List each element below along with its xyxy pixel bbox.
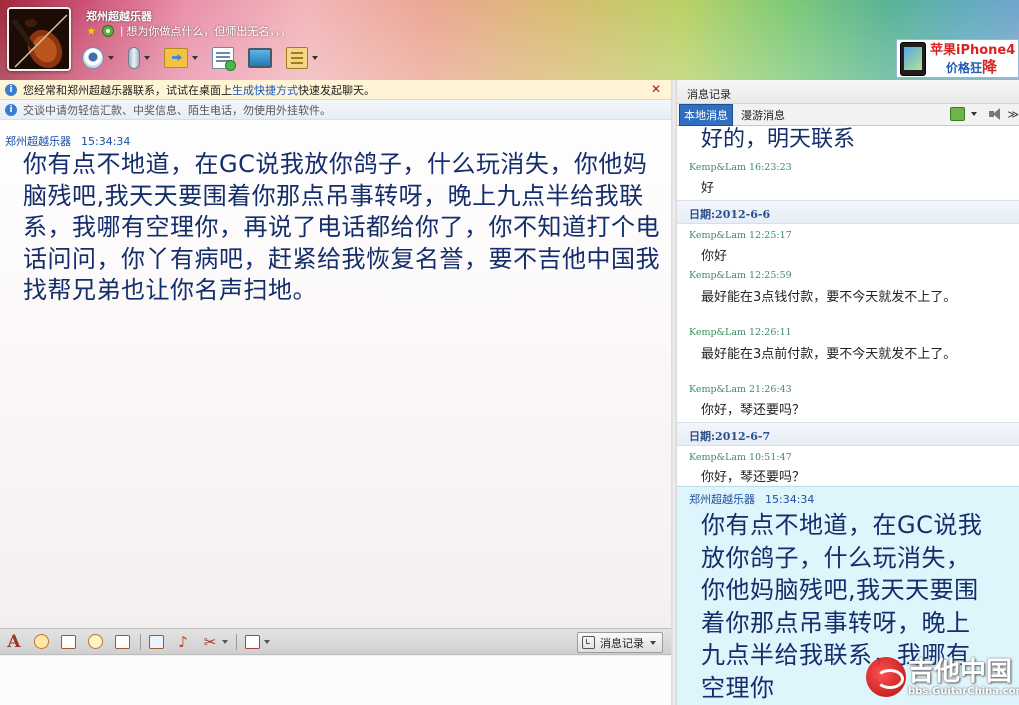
doodle-button[interactable] bbox=[113, 633, 131, 651]
ad-title: 苹果iPhone4 bbox=[930, 42, 1016, 58]
guitarchina-logo-icon bbox=[866, 657, 906, 697]
contact-name[interactable]: 郑州超越乐器 bbox=[86, 8, 152, 24]
history-item-text: 你好，琴还要吗？ bbox=[701, 470, 806, 485]
phone-icon bbox=[900, 41, 926, 76]
chevron-down-icon[interactable] bbox=[650, 640, 656, 645]
chevron-down-icon[interactable] bbox=[144, 56, 150, 60]
ad-banner[interactable]: 苹果iPhone4 价格狂降 bbox=[896, 39, 1019, 78]
status-row: ★ | 想为你做点什么，但师出无名，，， bbox=[86, 24, 291, 38]
history-item-meta: Kemp&Lam 12:25:17 bbox=[689, 230, 792, 241]
send-image-button[interactable] bbox=[147, 633, 165, 651]
tab-local-messages[interactable]: 本地消息 bbox=[679, 103, 733, 126]
voice-call-button[interactable] bbox=[128, 44, 150, 72]
chevron-down-icon[interactable] bbox=[192, 56, 198, 60]
history-button-label: 消息记录 bbox=[600, 636, 644, 650]
chevron-down-icon[interactable] bbox=[264, 639, 270, 644]
notice-text: 您经常和郑州超越乐器联系，试试在桌面上生成快捷方式快速发起聊天。 bbox=[23, 83, 375, 97]
history-date-divider: 日期:2012-6-6 bbox=[677, 200, 1019, 224]
music-button[interactable]: ♪ bbox=[174, 633, 192, 651]
chevron-down-icon[interactable] bbox=[108, 56, 114, 60]
speaker-icon[interactable] bbox=[989, 107, 1003, 121]
shortcut-notice: i 您经常和郑州超越乐器联系，试试在桌面上生成快捷方式快速发起聊天。 ✕ bbox=[0, 80, 671, 100]
history-current-sender: 郑州超越乐器 bbox=[689, 493, 755, 506]
message-history-button[interactable]: 消息记录 bbox=[577, 632, 663, 653]
history-date-divider: 日期:2012-6-7 bbox=[677, 422, 1019, 446]
toolbar-divider bbox=[140, 633, 141, 650]
input-toolbar: A ♪ ✂ 消息记录 bbox=[0, 628, 671, 655]
chat-toolbar bbox=[82, 44, 332, 72]
chevron-down-icon[interactable] bbox=[971, 112, 978, 116]
safety-notice-text: 交谈中请勿轻信汇款、中奖信息、陌生电话，勿使用外挂软件。 bbox=[23, 103, 331, 117]
message-input[interactable] bbox=[0, 656, 671, 705]
history-tabs: 本地消息 漫游消息 ≫ bbox=[677, 103, 1019, 126]
toolbar-divider bbox=[236, 633, 237, 650]
history-item-text: 好 bbox=[701, 181, 715, 196]
history-title: 消息记录 bbox=[677, 80, 1019, 104]
history-item-meta: Kemp&Lam 16:23:23 bbox=[689, 162, 792, 173]
image-icon bbox=[148, 634, 164, 649]
history-tools: ≫ bbox=[950, 107, 1019, 121]
info-icon: i bbox=[5, 83, 17, 96]
history-item-text: 最好能在3点前付款，要不今天就发不上了。 bbox=[701, 347, 957, 362]
history-current-meta: 郑州超越乐器 15:34:34 bbox=[689, 491, 814, 507]
send-file-button[interactable] bbox=[164, 44, 198, 72]
chevron-down-icon[interactable] bbox=[312, 56, 318, 60]
nudge-icon bbox=[87, 634, 103, 649]
history-pane: 消息记录 本地消息 漫游消息 ≫ 好的，明天联系 Kemp&Lam 16:23:… bbox=[677, 80, 1019, 705]
remote-desktop-button[interactable] bbox=[248, 44, 272, 72]
signature-separator: | bbox=[120, 25, 124, 37]
font-icon[interactable]: A bbox=[5, 632, 23, 652]
star-icon[interactable]: ★ bbox=[86, 25, 100, 37]
doodle-icon bbox=[114, 634, 130, 649]
watermark-url: bbs.GuitarChina.com bbox=[908, 685, 1019, 697]
site-watermark: 吉他中国 bbs.GuitarChina.com bbox=[866, 652, 1019, 702]
contact-avatar[interactable] bbox=[7, 7, 71, 71]
message-sender: 郑州超越乐器 bbox=[5, 135, 71, 148]
chat-pane: i 您经常和郑州超越乐器联系，试试在桌面上生成快捷方式快速发起聊天。 ✕ i 交… bbox=[0, 80, 671, 705]
chat-window-header: 郑州超越乐器 ★ | 想为你做点什么，但师出无名，，， 苹果iPhone4 价格… bbox=[0, 0, 1019, 80]
magic-emoji-button[interactable] bbox=[59, 633, 77, 651]
remote-desktop-icon bbox=[248, 48, 272, 68]
message-header: 郑州超越乐器 15:34:34 bbox=[5, 133, 130, 149]
message-body: 你有点不地道，在GC说我放你鸽子，什么玩消失，你他妈脑残吧,我天天要围着你那点吊… bbox=[23, 150, 660, 304]
nudge-button[interactable] bbox=[86, 633, 104, 651]
info-icon: i bbox=[5, 103, 17, 116]
screenshot-button[interactable]: ✂ bbox=[201, 633, 219, 651]
magic-face-icon bbox=[60, 634, 76, 649]
chevron-down-icon[interactable] bbox=[222, 639, 228, 644]
history-item-text: 你好，琴还要吗？ bbox=[701, 403, 806, 418]
group-chat-icon bbox=[212, 47, 236, 71]
tab-roaming-messages[interactable]: 漫游消息 bbox=[737, 105, 789, 125]
history-icon bbox=[582, 636, 595, 649]
apps-button[interactable] bbox=[286, 44, 318, 72]
more-icon[interactable]: ≫ bbox=[1007, 108, 1019, 121]
emoji-button[interactable] bbox=[32, 633, 50, 651]
gift-button[interactable] bbox=[243, 633, 261, 651]
webcam-icon bbox=[82, 47, 104, 69]
close-icon[interactable]: ✕ bbox=[651, 83, 661, 95]
smiley-icon bbox=[33, 634, 49, 649]
message-time: 15:34:34 bbox=[81, 135, 131, 148]
history-item-text: 最好能在3点钱付款，要不今天就发不上了。 bbox=[701, 290, 957, 305]
create-shortcut-link[interactable]: 生成快捷方式 bbox=[232, 84, 298, 97]
history-item-meta: Kemp&Lam 12:26:11 bbox=[689, 327, 792, 338]
send-file-icon bbox=[164, 48, 188, 68]
watermark-title: 吉他中国 bbox=[908, 656, 1013, 687]
history-partial-message: 好的，明天联系 bbox=[701, 127, 856, 152]
history-current-time: 15:34:34 bbox=[765, 493, 815, 506]
video-call-button[interactable] bbox=[82, 44, 114, 72]
group-chat-button[interactable] bbox=[212, 44, 236, 72]
contact-signature: 想为你做点什么，但师出无名，，， bbox=[126, 25, 292, 38]
qzone-icon[interactable] bbox=[102, 25, 114, 37]
history-item-meta: Kemp&Lam 21:26:43 bbox=[689, 384, 792, 395]
history-item-meta: Kemp&Lam 12:25:59 bbox=[689, 270, 792, 281]
microphone-icon bbox=[128, 47, 140, 69]
safety-notice: i 交谈中请勿轻信汇款、中奖信息、陌生电话，勿使用外挂软件。 bbox=[0, 100, 671, 120]
ad-subtitle: 价格狂降 bbox=[946, 57, 998, 76]
history-item-text: 你好 bbox=[701, 249, 728, 264]
export-icon[interactable] bbox=[950, 107, 966, 121]
history-item-meta: Kemp&Lam 10:51:47 bbox=[689, 452, 792, 463]
apps-icon bbox=[286, 47, 308, 69]
gift-icon bbox=[244, 634, 260, 649]
